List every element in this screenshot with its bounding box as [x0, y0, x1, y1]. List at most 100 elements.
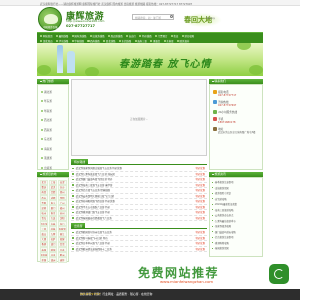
nav-item[interactable]: 网站首页: [39, 34, 54, 39]
nav-item[interactable]: 自由行: [125, 34, 137, 39]
nav-item[interactable]: 国内游线路: [70, 34, 87, 39]
hot-tour-item[interactable]: 华东游: [38, 97, 68, 107]
news-title[interactable]: ·武汉到香港澳门双飞五日游 特价: [75, 210, 195, 214]
brand-domain: http://www.kuihe168.com: [66, 19, 105, 23]
special-routes-title: 特价路线: [74, 159, 86, 164]
nav-item[interactable]: 最新线路: [55, 34, 70, 39]
destinations-grid: 北京 上海 天津 重庆 武汉 长沙 南昌 合肥 郑州 西安 成都 昆明 贵阳 南宁 广州 深圳 厦门 福州 杭州 南京…: [37, 177, 69, 263]
news-title[interactable]: ·武汉到欧洲德法意瑞四国十二日游: [75, 247, 195, 251]
bullet-icon: [212, 242, 214, 244]
contact-phone-icon: [213, 109, 217, 114]
hot-tour-item[interactable]: 湖北游: [38, 87, 68, 97]
nav-item-label: 游记攻略: [184, 35, 194, 39]
nav-item-label: 最新线路: [58, 35, 69, 39]
nav-item[interactable]: 签证: [170, 34, 180, 39]
hot-tour-item[interactable]: 西北游: [38, 116, 68, 126]
nav-item[interactable]: 出境游线路: [89, 34, 106, 39]
tip-title: ·泰国旅游须知: [214, 247, 229, 251]
news-price: 特价优惠: [195, 167, 205, 171]
news-title[interactable]: ·武汉到云南昆明大理丽江双飞六日游: [75, 194, 195, 198]
footer-phone: 027-87727717: [80, 292, 101, 296]
left-sidebar: 热门旅游 湖北游 华东游 华南游 西北游 西南游 东北游 海南游 港澳游 出境游 旅游目的地 北…: [37, 79, 69, 263]
news-title[interactable]: ·武汉到新马泰双飞十日游 特价: [75, 236, 195, 240]
site-logo[interactable]: 中国旅游百强: [38, 7, 62, 31]
bullet-icon: [212, 209, 214, 211]
image-slideshow[interactable]: 正在加载图片...: [71, 79, 207, 156]
news-title[interactable]: ·武汉到厦门鼓浪屿双飞四日游 特价: [75, 177, 195, 181]
bullet-icon: [41, 128, 43, 131]
news-title[interactable]: ·武汉到桂林阳朔双飞四日游 特价优惠: [75, 199, 195, 203]
tip-title: ·海南三亚旅游攻略: [214, 208, 234, 212]
news-title[interactable]: ·武汉到日本本州双飞六日游 特价: [75, 241, 195, 245]
news-item[interactable]: ·武汉到欧洲德法意瑞四国十二日游 特价优惠: [71, 247, 207, 252]
contact-value: 027-87727697: [218, 104, 237, 108]
nav-item-label: 出境游线路: [92, 35, 105, 39]
leaf-decoration: [85, 67, 99, 76]
news-item[interactable]: ·武汉到泰国曼谷芭提雅双飞六日游 特价优惠: [71, 216, 207, 221]
tips-list: ·春季旅游注意事项 ·出境旅游须知 ·旅游保险小常识 ·自驾游攻略 ·2024年最新签证…: [209, 177, 263, 257]
news-price: 特价优惠: [195, 216, 205, 220]
search-input[interactable]: 线路搜索，如：厦门游: [132, 14, 174, 20]
news-title[interactable]: ·武汉到泰国曼谷芭提雅双飞六日游: [75, 216, 195, 220]
slideshow-loading-text: 正在加载图片...: [130, 118, 149, 121]
nav-item[interactable]: 特价线路: [138, 34, 153, 39]
destination-link[interactable]: 澳洲: [48, 257, 58, 263]
news-title[interactable]: ·武汉到海南三亚双飞五日游 豪华游: [75, 183, 195, 187]
contact-phone-icon: [213, 116, 217, 121]
footer-bar: 微信客服：找我！行业网址 · 品质服务 · 随心游 · 在线咨询 027-877…: [0, 289, 300, 300]
leaf-decoration: [37, 65, 51, 75]
hot-tour-label: 海南游: [44, 147, 52, 151]
contact-phone-icon: [213, 89, 217, 94]
contact-panel: 报名电话 027-87727717 咨询热线 027-87727697 24小时服务热线…: [209, 84, 263, 170]
bullet-icon: [72, 231, 74, 233]
destination-link[interactable]: 美国: [39, 257, 49, 263]
news-price: 特价优惠: [195, 247, 205, 251]
news-title[interactable]: ·武汉到韩国首尔济州岛双飞五日游: [75, 230, 195, 234]
hot-tour-label: 港澳游: [44, 157, 52, 161]
tip-title: ·2024年最新签证政策: [214, 203, 237, 207]
destination-link[interactable]: 迪拜: [57, 257, 67, 263]
search-icon[interactable]: [170, 15, 173, 18]
main-navigation: 网站首页 最新线路 国内游线路 出境游线路 周边游线路 自由行 特价线路 门票预订 签证 游记攻略…: [37, 32, 263, 43]
watermark: 免费网站推荐 www.mianfeiwangzhan.com: [138, 264, 300, 291]
nav-item[interactable]: 周边游线路: [107, 34, 124, 39]
tip-title: ·厦门鼓浪屿游玩攻略: [214, 230, 236, 234]
destinations-title: 旅游目的地: [42, 172, 57, 176]
bullet-icon: [72, 195, 74, 197]
tip-title: ·云南旅游必去景点: [214, 214, 234, 218]
news-title[interactable]: ·武汉到华东五市双卧六日游 特价: [75, 205, 195, 209]
bullet-icon: [72, 237, 74, 239]
contact-title: 联系我们: [214, 79, 226, 83]
bullet-icon: [212, 220, 214, 222]
bullet-icon: [72, 184, 74, 186]
nav-item[interactable]: 游记攻略: [180, 34, 195, 39]
tip-item[interactable]: ·泰国旅游须知: [212, 246, 260, 252]
main-content: 正在加载图片... 特价路线 ·武汉到张家界凤凰古城双飞五日游 特价优惠 特价优惠…: [71, 79, 207, 252]
bullet-icon: [72, 206, 74, 208]
bullet-icon: [40, 173, 42, 176]
bullet-icon: [212, 80, 214, 83]
news-title[interactable]: ·武汉到北京双飞五日游 经典线路: [75, 188, 195, 192]
hot-tour-item[interactable]: 华南游: [38, 106, 68, 116]
contact-row: 报名电话: [213, 89, 259, 94]
news-title[interactable]: ·武汉到九寨沟黄龙双飞六日游 纯玩团: [75, 172, 195, 176]
outbound-tab[interactable]: 出境游: [71, 223, 86, 228]
hot-tour-item[interactable]: 港澳游: [38, 154, 68, 164]
watermark-logo-icon: [269, 264, 289, 284]
news-price: 特价优惠: [195, 211, 205, 215]
tips-title: 旅游资讯: [214, 172, 226, 176]
special-routes-tab[interactable]: 特价路线: [71, 159, 89, 164]
bullet-icon: [41, 119, 43, 122]
hot-tour-item[interactable]: 海南游: [38, 144, 68, 154]
header-slogan: 春回大地 Holiday: [182, 9, 222, 29]
news-title[interactable]: ·武汉到张家界凤凰古城双飞五日游 特价优惠: [75, 166, 195, 170]
hot-tour-item[interactable]: 西南游: [38, 125, 68, 135]
leaf-decoration: [237, 43, 251, 50]
bullet-icon: [40, 80, 42, 83]
nav-item[interactable]: 门票预订: [154, 34, 169, 39]
hot-tour-item[interactable]: 东北游: [38, 135, 68, 145]
hero-banner[interactable]: 春游踏春 放飞心情: [37, 43, 263, 76]
bullet-icon: [41, 166, 43, 169]
nav-item-label: 签证: [173, 35, 179, 39]
hot-tour-label: 出境游: [44, 166, 52, 170]
